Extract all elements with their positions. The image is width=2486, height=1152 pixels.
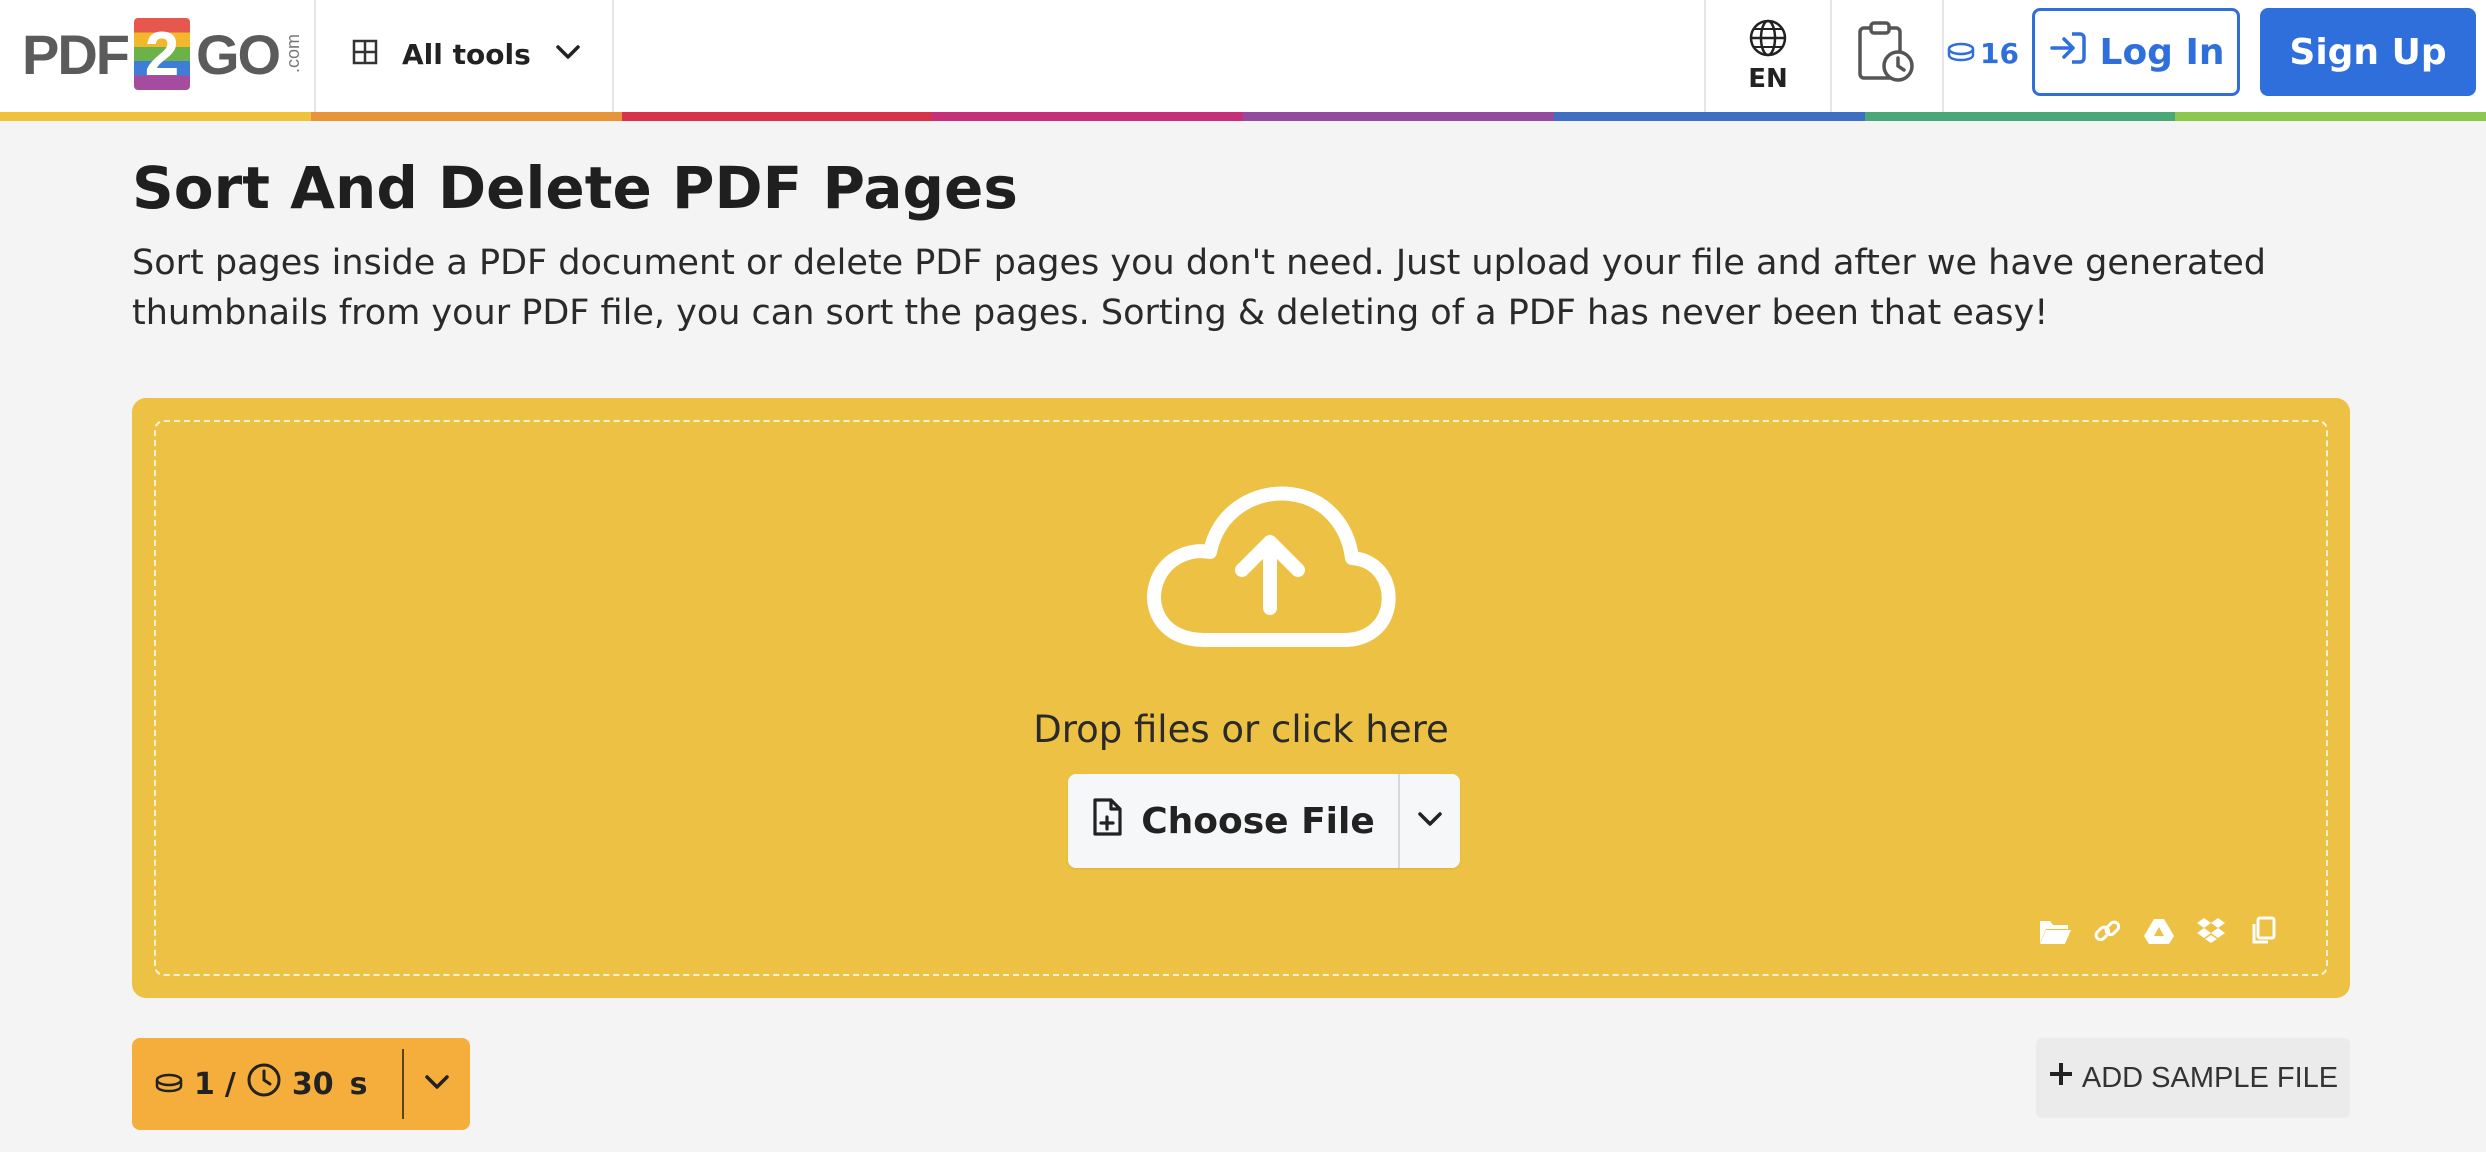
credits-count: 16 [1980,36,2019,70]
logo-number: 2 [144,19,180,89]
rainbow-segment [1864,112,2176,121]
login-button[interactable]: Log In [2032,8,2240,96]
cost-summary: 1 / 30 s [132,1062,402,1106]
cost-separator: / [224,1066,236,1102]
file-add-icon [1091,797,1123,846]
add-sample-file-label: ADD SAMPLE FILE [2081,1061,2339,1094]
google-drive-icon[interactable] [2142,914,2176,948]
upload-dropzone: Drop files or click here Choose File [132,398,2350,998]
logo-text-left: PDF [22,22,130,86]
header-divider [612,0,614,112]
coins-icon [154,1067,184,1102]
signup-button[interactable]: Sign Up [2260,8,2476,96]
rainbow-segment [0,112,311,121]
logo-text-right: GO [196,22,281,86]
grid-icon [352,39,378,69]
rainbow-segment [932,112,1243,121]
chevron-down-icon [1417,810,1443,832]
all-tools-label: All tools [402,37,531,71]
dropbox-icon[interactable] [2194,914,2228,948]
dropzone-click-area[interactable]: Drop files or click here Choose File [154,420,2328,976]
language-label: EN [1748,64,1788,94]
pdf2go-logo[interactable]: PDF 2 GO .com [22,14,304,94]
logo-suffix: .com [283,34,304,74]
header-divider [1942,0,1944,112]
login-label: Log In [2099,31,2225,73]
signup-label: Sign Up [2289,31,2447,73]
choose-file-button[interactable]: Choose File [1068,774,1398,868]
chevron-down-icon [424,1073,450,1095]
cloud-upload-icon [1142,482,1396,652]
language-selector[interactable]: EN [1706,10,1830,102]
login-arrow-icon [2048,30,2088,75]
page-title: Sort And Delete PDF Pages [132,154,1018,222]
add-sample-file-button[interactable]: ADD SAMPLE FILE [2036,1038,2350,1118]
rainbow-segment [2175,112,2486,121]
upload-source-icons [2038,914,2280,948]
drop-prompt: Drop files or click here [1033,708,1449,751]
page-description: Sort pages inside a PDF document or dele… [132,243,2266,333]
choose-file-dropdown[interactable] [1400,774,1460,868]
credits-counter[interactable]: 16 [1946,30,2019,76]
folder-icon[interactable] [2038,914,2072,948]
header-divider [314,0,316,112]
all-tools-menu[interactable]: All tools [352,26,581,82]
cost-time: 30 [291,1066,334,1102]
globe-icon [1748,18,1788,62]
top-header: PDF 2 GO .com All tools EN 16 Log In Sig… [0,0,2486,112]
rainbow-segment [1243,112,1554,121]
link-icon[interactable] [2090,914,2124,948]
rainbow-segment [310,112,622,121]
logo-number-box: 2 [134,18,190,90]
chevron-down-icon [555,43,581,65]
choose-file-group: Choose File [1068,774,1460,868]
plus-icon [2048,1061,2074,1095]
header-divider [1830,0,1832,112]
cost-dropdown[interactable] [404,1038,470,1130]
clipboard-icon[interactable] [2246,914,2280,948]
cost-credits: 1 [194,1066,215,1102]
rainbow-segment [1553,112,1865,121]
clock-icon [246,1062,282,1106]
conversion-cost-indicator: 1 / 30 s [132,1038,470,1130]
rainbow-segment [621,112,933,121]
choose-file-label: Choose File [1141,800,1375,842]
coins-icon [1946,37,1976,70]
clipboard-clock-icon [1856,20,1916,88]
history-button[interactable] [1850,18,1922,90]
cost-time-unit: s [349,1066,368,1102]
rainbow-divider [0,112,2486,121]
